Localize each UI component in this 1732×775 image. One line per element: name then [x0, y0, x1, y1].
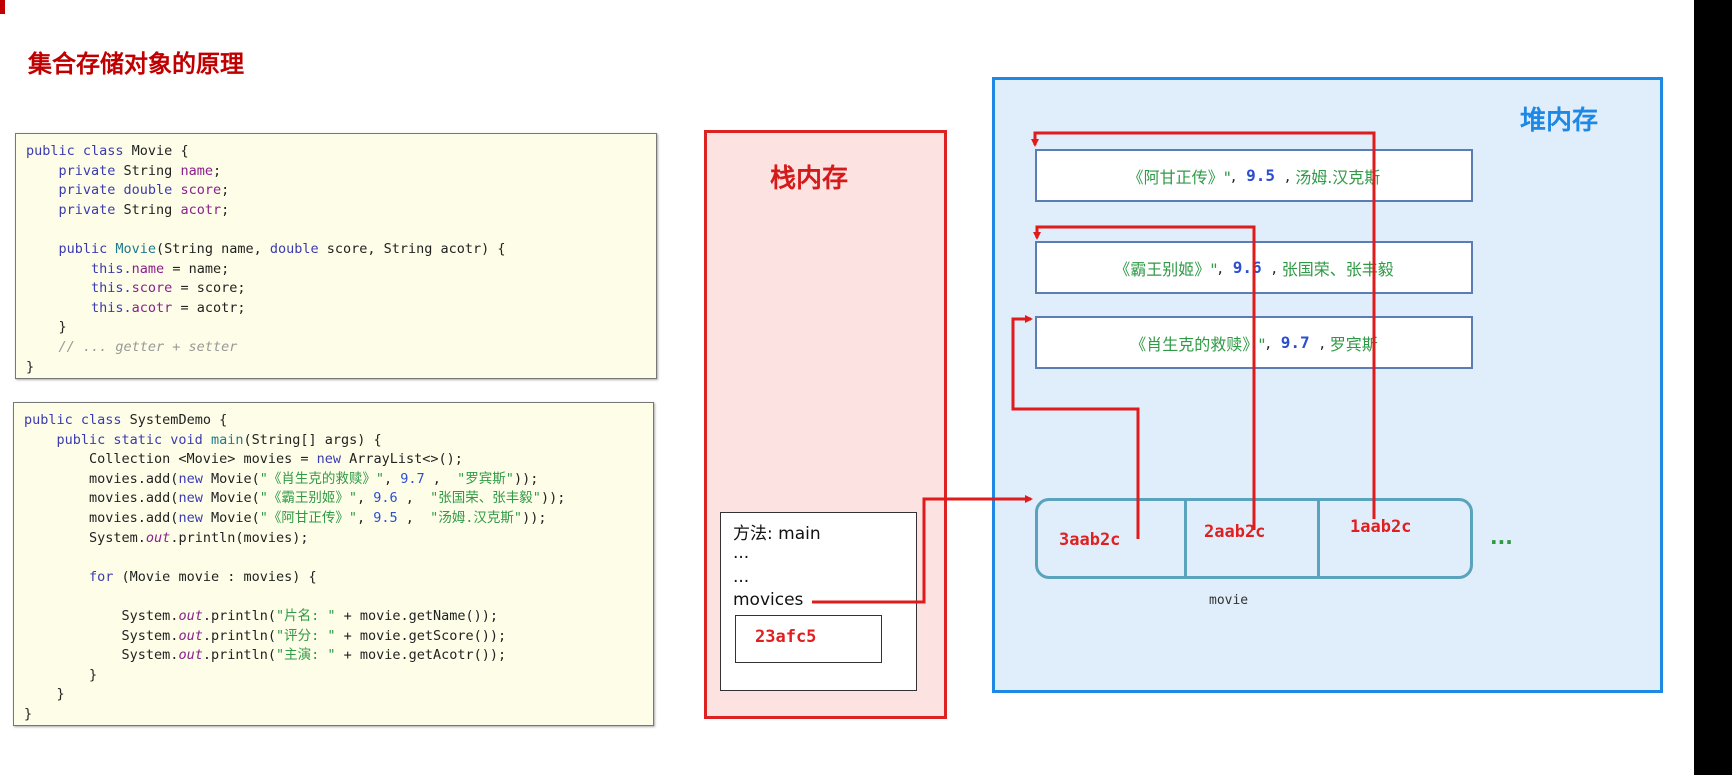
- ref-3aab2c-arrow: [1011, 315, 1140, 539]
- stack-to-array-arrow: [812, 495, 1033, 604]
- screen-edge: [1694, 0, 1732, 775]
- reference-arrows: [812, 131, 1376, 604]
- ref-1aab2c-arrow: [1031, 131, 1376, 519]
- ref-2aab2c-arrow: [1033, 225, 1256, 530]
